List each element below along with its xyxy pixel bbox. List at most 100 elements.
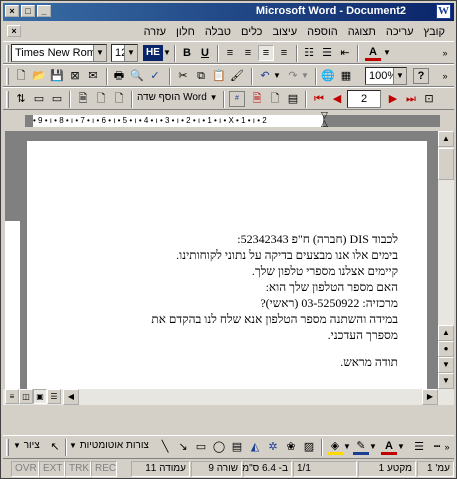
select-objects-icon[interactable]: ↖ <box>47 439 63 455</box>
status-ext[interactable]: EXT <box>39 461 65 477</box>
close-button[interactable]: × <box>5 5 19 17</box>
toolbar-grip[interactable] <box>6 68 9 85</box>
maximize-button[interactable]: □ <box>21 5 35 17</box>
menu-tools[interactable]: כלים <box>236 26 267 38</box>
autoshapes-menu-button[interactable]: ▼ צורות אוטומטיות <box>69 440 149 451</box>
print-layout-icon[interactable]: ▣ <box>33 389 47 404</box>
align-right-icon[interactable]: ≡ <box>258 45 274 61</box>
hyperlink-icon[interactable]: 🌐 <box>320 68 336 84</box>
language-button[interactable]: HE <box>143 45 163 61</box>
menu-edit[interactable]: עריכה <box>381 26 419 38</box>
word-app-icon[interactable]: W <box>436 4 451 19</box>
normal-view-icon[interactable]: ≡ <box>5 389 19 404</box>
numbering-icon[interactable]: ☷ <box>301 45 317 61</box>
menu-view[interactable]: תצוגה <box>343 26 381 38</box>
chevron-down-icon[interactable]: ▼ <box>163 45 171 61</box>
spelling-icon[interactable]: ✓ <box>147 68 163 84</box>
first-page-icon[interactable]: ⏮ <box>311 91 327 107</box>
line-icon[interactable]: ╲ <box>157 439 173 455</box>
menu-table[interactable]: טבלה <box>200 26 236 38</box>
open-folder-icon[interactable]: 📂 <box>31 68 47 84</box>
bold-button[interactable]: B <box>179 45 195 61</box>
chevron-down-icon[interactable]: ▼ <box>397 439 405 455</box>
status-section[interactable]: מקטע 1 <box>358 461 416 477</box>
link-to-previous-icon[interactable]: 🗎 <box>75 91 91 107</box>
chevron-down-icon[interactable]: ▼ <box>393 68 406 84</box>
font-color-button[interactable]: A <box>365 45 381 61</box>
chevron-down-icon[interactable]: ▼ <box>124 45 137 61</box>
diagram-icon[interactable]: ✲ <box>265 439 281 455</box>
wordart-icon[interactable]: ◭ <box>247 439 263 455</box>
outline-view-icon[interactable]: ☰ <box>47 389 61 404</box>
help-button[interactable]: ? <box>413 68 429 84</box>
print-icon[interactable]: 🖶 <box>111 68 127 84</box>
toolbar-grip[interactable] <box>6 45 9 62</box>
rectangle-icon[interactable]: ▭ <box>193 439 209 455</box>
last-page-icon[interactable]: ⏭ <box>403 91 419 107</box>
page-number-field[interactable]: 2 <box>347 90 381 108</box>
status-trk[interactable]: TRK <box>65 461 91 477</box>
menu-help[interactable]: עזרה <box>139 26 171 38</box>
menu-insert[interactable]: הוספה <box>302 26 343 38</box>
toolbar-options-icon[interactable]: » <box>439 45 451 61</box>
chevron-down-icon[interactable]: ▼ <box>301 68 309 84</box>
line-color-icon[interactable]: ✎ <box>353 439 369 455</box>
document-page[interactable]: לכבוד DIS (חברה) ח"פ 52342343: בימים אלו… <box>27 141 427 401</box>
document-close-button[interactable]: × <box>7 25 21 37</box>
scroll-down-icon[interactable]: ▼ <box>438 373 454 389</box>
chevron-down-icon[interactable]: ▼ <box>273 68 281 84</box>
format-page-number-icon[interactable]: 🗋 <box>267 91 283 107</box>
mail-icon[interactable]: ✉ <box>85 68 101 84</box>
chevron-down-icon[interactable]: ▼ <box>369 439 377 455</box>
next-page-icon[interactable]: ▶ <box>385 91 401 107</box>
show-document-text-icon[interactable]: 🗋 <box>111 91 127 107</box>
menu-file[interactable]: קובץ <box>419 26 450 38</box>
chevron-down-icon[interactable]: ▼ <box>343 439 351 455</box>
menu-window[interactable]: חלון <box>171 26 200 38</box>
menu-format[interactable]: עיצוב <box>267 26 302 38</box>
new-document-icon[interactable]: 🗋 <box>13 68 29 84</box>
picture-icon[interactable]: ▨ <box>301 439 317 455</box>
scroll-left-icon[interactable]: ◀ <box>63 389 79 405</box>
toolbar-options-icon[interactable]: » <box>443 439 451 455</box>
arrow-icon[interactable]: ↘ <box>175 439 191 455</box>
switch-header-footer-icon[interactable]: ⇅ <box>13 91 29 107</box>
status-column[interactable]: עמודה 11 <box>131 461 190 477</box>
select-browse-object-icon[interactable]: ● <box>438 341 454 357</box>
horizontal-ruler[interactable]: • 9 • ı • 8 • ı • 7 • ı • 6 • ı • 5 • ı … <box>3 111 454 131</box>
insert-page-number-icon[interactable]: # <box>229 91 245 107</box>
format-painter-icon[interactable]: 🖌 <box>229 68 245 84</box>
web-layout-icon[interactable]: ◫ <box>19 389 33 404</box>
status-rec[interactable]: REC <box>91 461 117 477</box>
tables-borders-icon[interactable]: ▦ <box>338 68 354 84</box>
document-text[interactable]: לכבוד DIS (חברה) ח"פ 52342343: בימים אלו… <box>58 231 398 370</box>
outdent-icon[interactable]: ⇤ <box>337 45 353 61</box>
title-bar[interactable]: × □ _ Microsoft Word - Document2 W <box>3 3 454 21</box>
cut-icon[interactable]: ✂ <box>175 68 191 84</box>
scroll-up-icon[interactable]: ▲ <box>438 131 454 147</box>
show-previous-icon[interactable]: ▭ <box>31 91 47 107</box>
justify-icon[interactable]: ≡ <box>276 45 292 61</box>
insert-field-button[interactable]: הוסף שדה Word ▼ <box>137 92 218 103</box>
font-color-icon[interactable]: A <box>381 439 397 455</box>
vertical-ruler[interactable] <box>5 131 21 389</box>
zoom-combo[interactable]: 100% ▼ <box>365 67 407 85</box>
text-box-icon[interactable]: ▤ <box>229 439 245 455</box>
permission-icon[interactable]: ⊠ <box>67 68 83 84</box>
align-center-icon[interactable]: ≡ <box>240 45 256 61</box>
chevron-down-icon[interactable]: ▼ <box>93 45 106 61</box>
vertical-scrollbar[interactable]: ▲ ▲ ● ▼ ▼ <box>438 131 454 389</box>
status-page[interactable]: עמ' 1 <box>417 461 454 477</box>
toolbar-grip[interactable] <box>6 439 9 456</box>
minimize-button[interactable]: _ <box>37 5 51 17</box>
underline-button[interactable]: U <box>197 45 213 61</box>
font-size-combo[interactable]: 12 ▼ <box>111 44 138 62</box>
bullets-icon[interactable]: ☰ <box>319 45 335 61</box>
print-preview-icon[interactable]: 🔍 <box>129 68 145 84</box>
toolbar-grip[interactable] <box>6 91 9 108</box>
clip-art-icon[interactable]: ❀ <box>283 439 299 455</box>
scroll-down-icon[interactable]: ▼ <box>438 357 454 373</box>
page-setup-icon[interactable]: 🗋 <box>93 91 109 107</box>
paste-icon[interactable]: 📋 <box>211 68 227 84</box>
align-left-icon[interactable]: ≡ <box>222 45 238 61</box>
